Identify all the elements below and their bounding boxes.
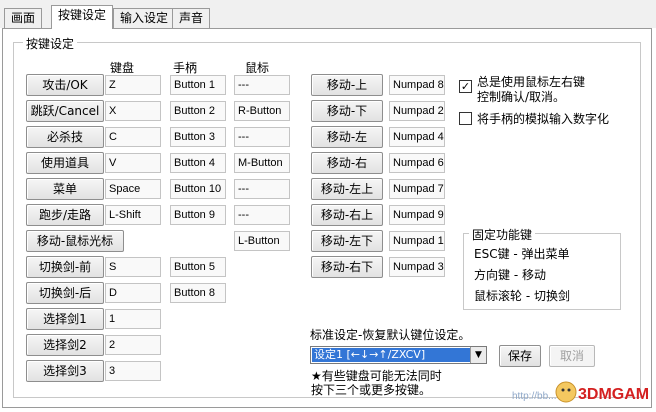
fixed-keys-title: 固定功能键 [469,226,536,243]
keyboard-binding-field[interactable]: Z [105,75,161,95]
mascot-logo [555,381,577,403]
mouse-binding-field[interactable]: M-Button [234,153,290,173]
move-button[interactable]: 移动-左上 [311,178,383,200]
keyboard-binding-field[interactable]: 2 [105,335,161,355]
keyboard-binding-field[interactable]: S [105,257,161,277]
action-button[interactable]: 选择剑1 [26,308,104,330]
site-watermark: http://bb... 3DMGAME [508,375,656,408]
tab-input-settings[interactable]: 输入设定 [113,8,176,28]
preset-label: 标准设定-恢复默认键位设定。 [310,328,471,342]
action-button[interactable]: 攻击/OK [26,74,104,96]
preset-selected-value: 设定1 [←↓→↑/ZXCV] [312,348,470,362]
move-key-field[interactable]: Numpad 4 [389,127,445,147]
move-button[interactable]: 移动-上 [311,74,383,96]
gamepad-binding-field[interactable]: Button 5 [170,257,226,277]
keyboard-binding-field[interactable]: D [105,283,161,303]
action-button[interactable]: 切换剑-后 [26,282,104,304]
move-button[interactable]: 移动-下 [311,100,383,122]
move-key-field[interactable]: Numpad 2 [389,101,445,121]
keyboard-note: ★有些键盘可能无法同时 按下三个或更多按键。 [311,369,442,397]
gamepad-binding-field[interactable]: Button 2 [170,101,226,121]
move-key-field[interactable]: Numpad 3 [389,257,445,277]
gamepad-binding-field[interactable]: Button 10 [170,179,226,199]
tab-sound[interactable]: 声音 [172,8,211,28]
move-button[interactable]: 移动-左 [311,126,383,148]
keyboard-binding-field[interactable]: X [105,101,161,121]
gamepad-binding-field[interactable]: Button 9 [170,205,226,225]
fixed-key-esc: ESC键 - 弹出菜单 [474,247,570,261]
group-title: 按键设定 [23,35,78,52]
action-button[interactable]: 选择剑2 [26,334,104,356]
gamepad-binding-field[interactable]: Button 3 [170,127,226,147]
action-button[interactable]: 移动-鼠标光标 [26,230,124,252]
tab-key-settings[interactable]: 按键设定 [51,5,114,29]
keyboard-binding-field[interactable]: L-Shift [105,205,161,225]
keyboard-note-line2: 按下三个或更多按键。 [311,383,432,397]
mouse-binding-field[interactable]: --- [234,179,290,199]
gamepad-binding-field[interactable]: Button 4 [170,153,226,173]
action-button[interactable]: 菜单 [26,178,104,200]
mouse-lr-label: 总是使用鼠标左右键 控制确认/取消。 [477,75,585,105]
action-button[interactable]: 选择剑3 [26,360,104,382]
cancel-button[interactable]: 取消 [549,345,595,367]
move-key-field[interactable]: Numpad 6 [389,153,445,173]
watermark-partial-url: http://bb... [512,391,556,402]
save-button[interactable]: 保存 [499,345,541,367]
mouse-binding-field[interactable]: --- [234,127,290,147]
checkmark-icon: ✓ [460,80,471,93]
mouse-binding-field[interactable]: --- [234,75,290,95]
mouse-lr-label-line2: 控制确认/取消。 [477,90,566,104]
move-button[interactable]: 移动-右下 [311,256,383,278]
keyboard-column-header: 键盘 [110,61,135,75]
keyboard-binding-field[interactable]: C [105,127,161,147]
fixed-key-arrows: 方向键 - 移动 [474,268,546,282]
gamepad-column-header: 手柄 [173,61,198,75]
keyboard-binding-field[interactable]: 3 [105,361,161,381]
move-button[interactable]: 移动-右上 [311,204,383,226]
preset-select[interactable]: 设定1 [←↓→↑/ZXCV] ▼ [310,346,487,364]
gamepad-binding-field[interactable]: Button 8 [170,283,226,303]
mouse-column-header: 鼠标 [245,61,270,75]
keyboard-binding-field[interactable]: 1 [105,309,161,329]
chevron-down-icon[interactable]: ▼ [470,347,486,363]
keyboard-binding-field[interactable]: Space [105,179,161,199]
move-key-field[interactable]: Numpad 7 [389,179,445,199]
mouse-binding-field[interactable]: R-Button [234,101,290,121]
action-button[interactable]: 必杀技 [26,126,104,148]
mouse-binding-field[interactable]: L-Button [234,231,290,251]
analog-digitize-label: 将手柄的模拟输入数字化 [477,112,610,126]
gamepad-binding-field[interactable]: Button 1 [170,75,226,95]
fixed-key-wheel: 鼠标滚轮 - 切换剑 [474,289,570,303]
action-button[interactable]: 跑步/走路 [26,204,104,226]
action-button[interactable]: 切换剑-前 [26,256,104,278]
move-button[interactable]: 移动-左下 [311,230,383,252]
keyboard-binding-field[interactable]: V [105,153,161,173]
action-button[interactable]: 使用道具 [26,152,104,174]
watermark-logo-text: 3DMGAME [578,386,648,403]
mouse-lr-label-line1: 总是使用鼠标左右键 [477,75,586,89]
mouse-binding-field[interactable]: --- [234,205,290,225]
move-key-field[interactable]: Numpad 1 [389,231,445,251]
mouse-lr-checkbox[interactable]: ✓ [459,80,472,93]
move-button[interactable]: 移动-右 [311,152,383,174]
analog-digitize-checkbox[interactable] [459,112,472,125]
tab-display[interactable]: 画面 [4,8,43,28]
move-key-field[interactable]: Numpad 9 [389,205,445,225]
move-key-field[interactable]: Numpad 8 [389,75,445,95]
keyboard-note-line1: ★有些键盘可能无法同时 [311,369,442,383]
tab-bar: 画面 按键设定 输入设定 声音 [0,0,656,29]
action-button[interactable]: 跳跃/Cancel [26,100,104,122]
